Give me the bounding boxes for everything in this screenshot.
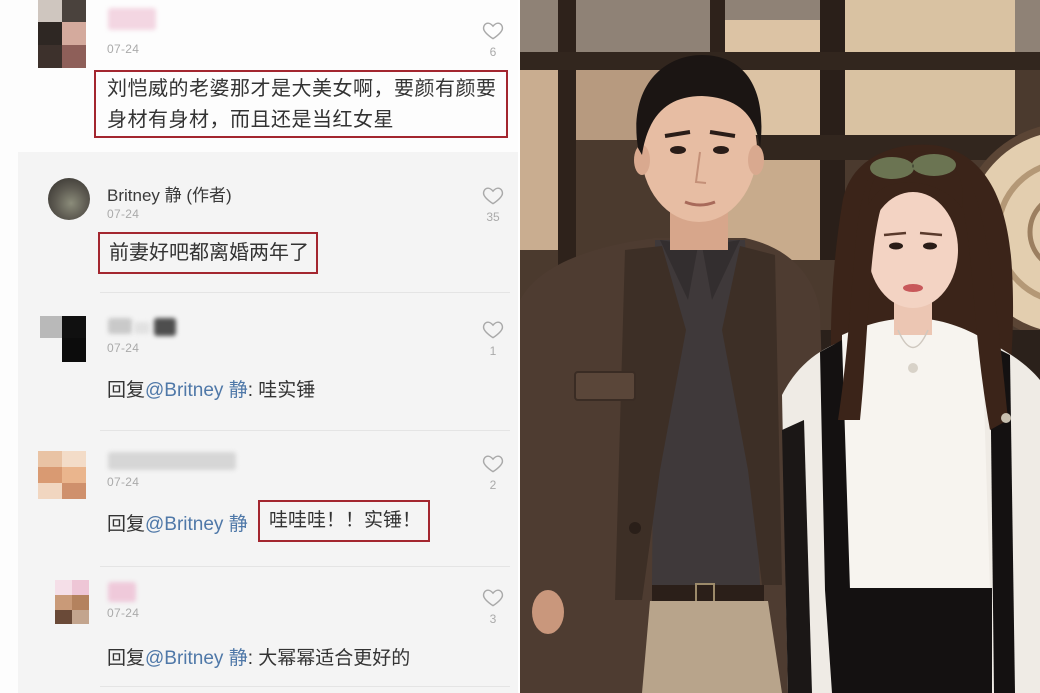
like-button[interactable] [481, 185, 505, 207]
comment-text-line: 身材有身材，而且还是当红女星 [107, 109, 394, 131]
like-button[interactable] [481, 587, 505, 609]
reply-content: 哇哇哇！！实锤！ [269, 510, 422, 531]
reply-text: 回复@Britney 静: 哇实锤 [107, 375, 315, 402]
man-jacket-button [629, 522, 641, 534]
wall-panel [520, 70, 558, 250]
like-count: 2 [489, 478, 497, 492]
comment-thread: 07-24 6 刘恺威的老婆那才是大美女啊，要颜有颜要 身材有身材，而且还是当红… [0, 0, 518, 693]
woman-lips [903, 284, 923, 292]
screenshot-canvas: 07-24 6 刘恺威的老婆那才是大美女啊，要颜有颜要 身材有身材，而且还是当红… [0, 0, 1040, 693]
avatar[interactable] [40, 316, 86, 362]
like-count: 35 [486, 210, 500, 224]
photo-illustration [520, 0, 1040, 693]
like-count: 1 [489, 344, 497, 358]
username-blurred[interactable] [108, 318, 132, 334]
mention-link[interactable]: @Britney 静 [145, 514, 248, 535]
comment-text: 前妻好吧都离婚两年了 [109, 242, 309, 264]
like-count: 3 [489, 612, 497, 626]
divider [100, 686, 510, 687]
comment-date: 07-24 [107, 341, 140, 355]
username-blurred[interactable] [108, 582, 136, 602]
comment-date: 07-24 [107, 207, 140, 221]
brooch [1001, 413, 1011, 423]
woman-eye [923, 242, 937, 250]
like-button[interactable] [481, 319, 505, 341]
avatar[interactable] [55, 580, 89, 624]
reply-text: 回复@Britney 静 [107, 509, 248, 536]
man-belt [652, 585, 764, 601]
highlight-box: 刘恺威的老婆那才是大美女啊，要颜有颜要 身材有身材，而且还是当红女星 [94, 70, 508, 138]
heart-outline-icon [482, 455, 504, 473]
like-count: 6 [489, 45, 497, 59]
reply-prefix: 回复 [107, 648, 146, 669]
heart-outline-icon [482, 589, 504, 607]
reply-content: : 哇实锤 [247, 380, 316, 401]
username-blurred[interactable] [154, 318, 176, 336]
sunglasses-icon [870, 157, 914, 179]
like-button[interactable] [481, 453, 505, 475]
reply-content: : 大幂幂适合更好的 [247, 648, 411, 669]
comment-date: 07-24 [107, 606, 140, 620]
photo [520, 0, 1040, 693]
username-blurred[interactable] [134, 322, 150, 334]
mention-link[interactable]: @Britney 静 [145, 648, 248, 669]
highlight-box: 哇哇哇！！实锤！ [258, 500, 430, 542]
divider [100, 292, 510, 293]
heart-outline-icon [482, 22, 504, 40]
heart-outline-icon [482, 187, 504, 205]
man-eye [713, 146, 729, 154]
reply-prefix: 回复 [107, 514, 146, 535]
woman-skirt [842, 588, 992, 693]
avatar[interactable] [38, 0, 86, 68]
username-blurred[interactable] [108, 8, 156, 30]
man-hand [532, 590, 564, 634]
reply-prefix: 回复 [107, 380, 146, 401]
woman-eye [889, 242, 903, 250]
avatar[interactable] [38, 451, 86, 499]
reply-text: 回复@Britney 静: 大幂幂适合更好的 [107, 643, 410, 670]
author-name[interactable]: Britney 静 (作者) [107, 181, 232, 206]
avatar[interactable] [48, 178, 90, 220]
divider [100, 430, 510, 431]
man-trousers [642, 601, 782, 693]
man-ear [748, 145, 764, 175]
highlight-box: 前妻好吧都离婚两年了 [98, 232, 318, 274]
man-eye [670, 146, 686, 154]
necklace-pendant [908, 363, 918, 373]
divider [100, 566, 510, 567]
like-button[interactable] [481, 20, 505, 42]
heart-outline-icon [482, 321, 504, 339]
comment-date: 07-24 [107, 475, 140, 489]
username-blurred[interactable] [108, 452, 236, 470]
comment-text-line: 刘恺威的老婆那才是大美女啊，要颜有颜要 [107, 78, 497, 100]
wood-beam [520, 52, 1040, 70]
man-pocket [574, 371, 636, 401]
mention-link[interactable]: @Britney 静 [145, 380, 248, 401]
comment-date: 07-24 [107, 42, 140, 56]
sunglasses-icon [912, 154, 956, 176]
